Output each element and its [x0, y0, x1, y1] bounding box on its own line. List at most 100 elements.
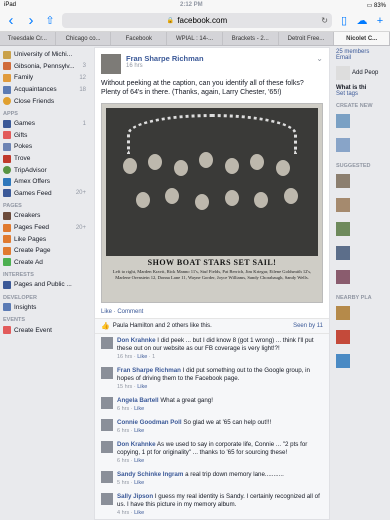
person — [195, 194, 210, 210]
comment-author[interactable]: Don Krahnke — [117, 337, 156, 344]
add-people-box[interactable]: Add Peop — [336, 61, 390, 85]
thumbnail — [336, 114, 350, 128]
nav-item[interactable]: Creakers — [3, 210, 88, 222]
like-link[interactable]: Like — [134, 458, 144, 464]
avatar[interactable] — [101, 54, 121, 74]
comment-time: 15 hrs — [117, 384, 133, 390]
back-icon[interactable]: ‹ — [4, 10, 18, 32]
comment-likes: 1 — [152, 354, 156, 360]
nav-item[interactable]: Amex Offers — [3, 176, 88, 188]
seen-by[interactable]: Seen by 11 — [293, 323, 323, 329]
bookmarks-icon[interactable]: ▯ — [338, 14, 350, 27]
comment-author[interactable]: Don Krahnke — [117, 441, 156, 448]
nav-item[interactable]: Close Friends — [3, 95, 88, 107]
browser-tab[interactable]: Brackets - 2... — [223, 32, 279, 45]
cloud-tabs-icon[interactable]: ☁ — [356, 14, 368, 27]
create-new-item[interactable] — [336, 109, 390, 133]
chevron-down-icon[interactable]: ⌄ — [316, 54, 323, 74]
comment-author[interactable]: Angela Bartell — [117, 397, 159, 404]
nav-item[interactable]: Pages Feed 20+ — [3, 222, 88, 234]
nav-label: Gibsonia, Pennsylv... — [14, 62, 75, 70]
nav-item[interactable]: Family 12 — [3, 72, 88, 84]
forward-icon[interactable]: › — [24, 10, 38, 32]
nav-item[interactable]: TripAdvisor — [3, 164, 88, 176]
likes-text[interactable]: Paula Hamilton and 2 others like this. — [113, 323, 212, 329]
suggested-item[interactable] — [336, 265, 390, 289]
post-actions[interactable]: Like · Comment — [95, 306, 329, 319]
nav-item[interactable]: Pages and Public ... — [3, 279, 88, 291]
comment-author[interactable]: Sandy Schinke Ingram — [117, 471, 183, 478]
like-link[interactable]: Like — [134, 428, 144, 434]
browser-tab[interactable]: Facebook — [111, 32, 168, 45]
comment-author[interactable]: Sally Jipson — [117, 493, 153, 500]
nav-count: 20+ — [75, 190, 86, 197]
nav-item[interactable]: Games Feed 20+ — [3, 188, 88, 200]
nav-item[interactable]: Like Pages — [3, 233, 88, 245]
nav-item[interactable]: University of Michi... — [3, 49, 88, 61]
nav-item[interactable]: Insights — [3, 302, 88, 314]
nav-item[interactable]: Create Ad — [3, 257, 88, 269]
post-time[interactable]: 16 hrs — [126, 63, 204, 69]
avatar[interactable] — [101, 441, 113, 453]
browser-tab[interactable]: Chicago co... — [56, 32, 112, 45]
nearby-item[interactable] — [336, 325, 390, 349]
lock-icon: 🔒 — [166, 18, 175, 24]
poke-icon — [3, 142, 11, 151]
nav-item[interactable]: Gibsonia, Pennsylv... 3 — [3, 61, 88, 73]
like-link[interactable]: Like — [134, 480, 144, 486]
caption-body: Left to right, Marden Kravit, Rick Manno… — [112, 269, 312, 280]
avatar[interactable] — [101, 337, 113, 349]
suggested-item[interactable] — [336, 193, 390, 217]
pages-feed-icon — [3, 223, 11, 232]
like-link[interactable]: Like — [134, 510, 144, 516]
avatar[interactable] — [101, 397, 113, 409]
nav-item[interactable]: Games 1 — [3, 118, 88, 130]
nav-item[interactable]: Create Event — [3, 324, 88, 336]
like-link[interactable]: Like — [134, 406, 144, 412]
like-link[interactable]: Like — [137, 384, 147, 390]
comment: Sally Jipson I guess my real identity is… — [95, 490, 329, 519]
calendar-icon — [3, 326, 11, 335]
like-link[interactable]: Like — [137, 354, 147, 360]
nav-label: Like Pages — [14, 235, 47, 243]
nav-item[interactable]: Acquaintances 18 — [3, 84, 88, 96]
avatar[interactable] — [101, 493, 113, 505]
trove-icon — [3, 154, 11, 163]
thumbnail — [336, 270, 350, 284]
address-bar[interactable]: 🔒 facebook.com ↻ — [62, 13, 332, 28]
avatar[interactable] — [101, 419, 113, 431]
comment-author[interactable]: Fran Sharpe Richman — [117, 367, 181, 374]
browser-tab-active[interactable]: Nicolet C... — [334, 32, 390, 45]
nav-label: Insights — [14, 303, 37, 311]
post-author[interactable]: Fran Sharpe Richman — [126, 54, 204, 63]
reload-icon[interactable]: ↻ — [321, 16, 328, 25]
create-new-item[interactable] — [336, 133, 390, 157]
avatar[interactable] — [101, 471, 113, 483]
new-tab-icon[interactable]: + — [374, 15, 386, 27]
suggested-item[interactable] — [336, 217, 390, 241]
browser-tab[interactable]: Treesdale Cr... — [0, 32, 56, 45]
school-icon — [3, 50, 11, 59]
nav-item[interactable]: Create Page — [3, 245, 88, 257]
browser-tab[interactable]: WPIAL : 14-... — [167, 32, 223, 45]
set-tags-link[interactable]: Set tags — [336, 91, 390, 97]
thumbnail — [336, 174, 350, 188]
post-photo[interactable]: SHOW BOAT STARS SET SAIL! Left to right,… — [101, 103, 323, 303]
share-icon[interactable]: ⇧ — [44, 14, 56, 27]
nav-item[interactable]: Pokes — [3, 141, 88, 153]
nearby-item[interactable] — [336, 349, 390, 373]
comment-author[interactable]: Connie Goodman Poll — [117, 419, 182, 426]
add-people-icon — [336, 66, 350, 80]
nearby-item[interactable] — [336, 301, 390, 325]
nav-item[interactable]: Gifts — [3, 130, 88, 142]
nav-item[interactable]: Trove — [3, 153, 88, 165]
battery: ▭ 83% — [367, 2, 386, 9]
suggested-item[interactable] — [336, 241, 390, 265]
suggested-item[interactable] — [336, 169, 390, 193]
nav-label: Acquaintances — [14, 86, 57, 94]
section-header: INTERESTS — [3, 272, 34, 279]
nav-label: Creakers — [14, 212, 41, 220]
nav-label: Pokes — [14, 143, 33, 151]
browser-tab[interactable]: Detroit Free... — [279, 32, 335, 45]
avatar[interactable] — [101, 367, 113, 379]
